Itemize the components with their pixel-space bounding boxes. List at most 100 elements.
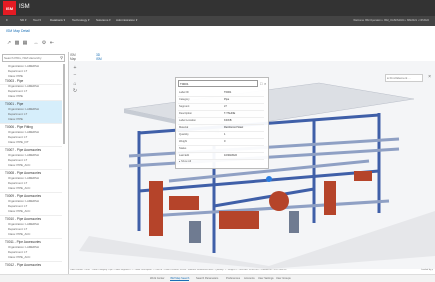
user-info[interactable]: Welcome ISM Operation • ISM_OAISIS2024 •… — [353, 19, 429, 22]
property-key: Segment — [179, 105, 190, 108]
property-row: Status — [178, 146, 264, 153]
select-icon[interactable]: ↗ — [6, 40, 12, 46]
app-title: ISM — [19, 4, 30, 10]
sidebar: ⚲ Organization: LAMERSH Department: LT C… — [0, 52, 69, 281]
footer-tab-search-parameters[interactable]: Search Parameters — [196, 277, 218, 280]
app-logo[interactable]: ISM — [3, 1, 16, 15]
list-item-line: Department: LT — [8, 69, 28, 73]
footer-tab-map-search[interactable]: ISM Map Search — [170, 277, 190, 281]
property-row: Weight 0 — [178, 139, 264, 146]
list-item-line: Department: LT — [8, 89, 28, 93]
status-line: Label Pointer: T0001 - Label Category: P… — [70, 269, 287, 271]
list-item[interactable]: T0010 - Pipe Accessories Organization: L… — [0, 216, 62, 239]
property-value: KF/KB — [224, 119, 232, 122]
menu-hamburger-icon[interactable]: ≡ — [6, 18, 8, 22]
property-value: T-TSHOE — [224, 112, 236, 115]
search-icon[interactable]: ⚲ — [60, 55, 63, 60]
copy-icon[interactable]: □ — [260, 81, 262, 86]
zoom-out-icon[interactable]: − — [72, 72, 78, 78]
list-item-title: T0006 - Pipe Fitting — [5, 125, 33, 129]
status-right: Loaded by p — [420, 269, 433, 271]
properties-header[interactable]: T0001 — [178, 80, 258, 87]
property-row: Description T-TSHOE — [178, 111, 264, 118]
list-item[interactable]: T0011 - Pipe Accessories Organization: L… — [0, 239, 62, 262]
properties-panel: T0001 □ × Label ID T0001 Category Pipe Seg… — [175, 77, 269, 169]
list-item[interactable]: T0003 - Pipe Organization: LAMERSH Depar… — [0, 78, 62, 101]
list-item-line: Department: LT — [8, 181, 28, 185]
save-icon[interactable]: ▩ — [14, 40, 20, 46]
show-all-link[interactable]: ▸ Show All — [179, 160, 191, 163]
list-item-line: Class: PIPE — [8, 94, 23, 98]
property-key: Material — [179, 126, 189, 129]
sidebar-search-input[interactable] — [3, 55, 59, 61]
property-row: Material Reinforced Steel — [178, 125, 264, 132]
list-item-title: T0009 - Pipe Accessories — [5, 194, 42, 198]
list-item[interactable]: T0009 - Pipe Accessories Organization: L… — [0, 193, 62, 216]
collapse-icon[interactable]: ⇤ — [49, 40, 55, 46]
expand-icon[interactable]: ↔ — [33, 40, 39, 46]
property-key: Description — [179, 112, 192, 115]
menu-sd[interactable]: SD ▾ — [20, 18, 27, 22]
list-item-line: Class: PIPE — [8, 117, 23, 121]
list-item[interactable]: T0007 - Pipe Accessories Organization: L… — [0, 147, 62, 170]
property-value: Pipe — [224, 98, 230, 101]
list-item-title: T0011 - Pipe Accessories — [5, 240, 41, 244]
list-item-line: Organization: LAMERSH — [8, 107, 39, 111]
property-key: Category — [179, 98, 190, 101]
property-row: Last Edit 10/30/2022 — [178, 153, 264, 160]
zoom-in-icon[interactable]: + — [72, 65, 78, 71]
list-item-title: T0010 - Pipe Accessories — [5, 217, 42, 221]
list-item-line: Class: PIPE_ACC — [8, 209, 31, 213]
list-item-title: T0003 - Pipe — [5, 79, 24, 83]
list-item-title: T0012 - Pipe Accessories — [5, 263, 42, 267]
logo-text: ISM — [5, 5, 14, 11]
property-key: Weight — [179, 140, 188, 143]
breadcrumb[interactable]: ISM Map Detail — [6, 29, 30, 33]
menu-databank[interactable]: Databank ▾ — [50, 18, 65, 22]
viewer-close-icon[interactable]: × — [428, 74, 431, 80]
close-icon[interactable]: × — [264, 81, 266, 86]
menu-tool[interactable]: Tool ▾ — [33, 18, 41, 22]
footer-tab-accounts[interactable]: Accounts — [244, 277, 255, 280]
menu-administration[interactable]: Administration ▾ — [116, 18, 137, 22]
property-row: Category Pipe — [178, 97, 264, 104]
home-view-icon[interactable]: ⌂ — [72, 81, 78, 87]
list-item-line: Department: LT — [8, 204, 28, 208]
grid-icon[interactable]: ▦ — [22, 40, 28, 46]
list-item-line: Class: PIPE_ACC — [8, 163, 31, 167]
viewer-search-input[interactable] — [386, 75, 418, 81]
list-item-selected[interactable]: T0001 - Pipe Organization: LAMERSH Depar… — [0, 101, 62, 124]
sidebar-search: ⚲ — [2, 54, 65, 62]
footer-tab-user-settings[interactable]: User Settings — [258, 277, 274, 280]
list-item-line: Organization: LAMERSH — [8, 130, 39, 134]
3d-viewer[interactable]: + − ⌂ ↻ T0001 □ × Label ID T0001 Category… — [69, 61, 435, 269]
property-value: LT — [224, 105, 227, 108]
list-item-line: Department: LT — [8, 250, 28, 254]
footer-tab-preferences[interactable]: Preferences — [226, 277, 240, 280]
list-item-line: Class: PIPE_ACC — [8, 255, 31, 259]
list-item-line: Class: PIPE_ACC — [8, 232, 31, 236]
property-key: Last Edit — [179, 154, 190, 157]
menu-technology[interactable]: Technology ▾ — [72, 18, 90, 22]
list-item-title: T0001 - Pipe — [5, 102, 24, 106]
property-key: Status — [179, 147, 187, 150]
app-header: ISM ISM — [0, 0, 435, 16]
list-item-line: Organization: LAMERSH — [8, 153, 39, 157]
sidebar-scrollbar[interactable] — [63, 64, 65, 144]
footer-tab-work-center[interactable]: Work Center — [150, 277, 165, 280]
list-item-line: Organization: LAMERSH — [8, 199, 39, 203]
footer-tab-user-groups[interactable]: User Groups — [276, 277, 291, 280]
list-item[interactable]: T0008 - Pipe Accessories Organization: L… — [0, 170, 62, 193]
settings-icon[interactable]: ⚙ — [41, 40, 47, 46]
list-item-line: Department: LT — [8, 158, 28, 162]
rotate-icon[interactable]: ↻ — [72, 88, 78, 94]
menu-solutions[interactable]: Solutions ▾ — [96, 18, 111, 22]
list-item-line: Class: PIPE_FIT — [8, 140, 29, 144]
property-value: 1 — [224, 133, 226, 136]
list-item-line: Department: LT — [8, 112, 28, 116]
property-value: Reinforced Steel — [224, 126, 244, 129]
property-value: 0 — [224, 140, 226, 143]
property-key: Quantity — [179, 133, 189, 136]
list-item-title: T0007 - Pipe Accessories — [5, 148, 42, 152]
list-item[interactable]: T0006 - Pipe Fitting Organization: LAMER… — [0, 124, 62, 147]
